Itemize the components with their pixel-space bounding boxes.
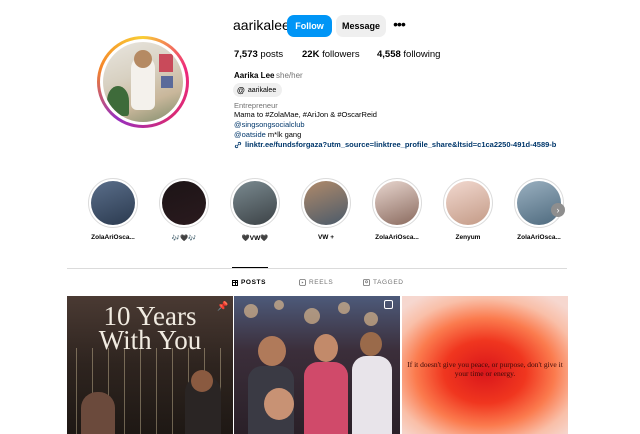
highlight-label: ZolaAriOsca...: [91, 234, 135, 241]
pin-icon: 📌: [217, 301, 229, 311]
post-quote-text: If it doesn't give you peace, or purpose…: [407, 360, 563, 378]
profile-avatar[interactable]: [97, 36, 189, 128]
bio-line: Mama to #ZolaMae, #AriJon & #OscarReid: [234, 110, 377, 119]
bio-external-link[interactable]: linktr.ee/fundsforgaza?utm_source=linktr…: [234, 140, 556, 149]
reels-icon: [299, 279, 306, 286]
message-button[interactable]: Message: [336, 15, 386, 37]
bio-line: @oatside m*lk gang: [234, 130, 302, 139]
highlight-label: ZolaAriOsca...: [375, 234, 419, 241]
profile-full-name: Aarika Lee: [234, 71, 275, 80]
post-title: 10 Years With You: [98, 301, 202, 355]
story-highlight[interactable]: Zenyum: [442, 178, 494, 241]
highlight-cover: [304, 181, 348, 225]
follow-button[interactable]: Follow: [287, 15, 332, 37]
post-thumbnail[interactable]: 10 Years With You 📌: [67, 296, 233, 434]
highlight-cover: [91, 181, 135, 225]
bio-mention-link[interactable]: @oatside: [234, 130, 266, 139]
profile-username: aarikalee: [233, 17, 290, 33]
highlight-cover: [375, 181, 419, 225]
posts-count-stat: 7,573 posts: [234, 49, 284, 60]
story-highlight[interactable]: ZolaAriOsca...: [371, 178, 423, 241]
profile-category: Entrepreneur: [234, 101, 278, 110]
story-highlight[interactable]: 🖤VW🖤: [229, 178, 281, 242]
post-thumbnail[interactable]: [234, 296, 400, 434]
highlight-label: VW +: [317, 234, 335, 241]
threads-icon: @: [237, 85, 245, 95]
bio-mention-link[interactable]: @singsongsocialclub: [234, 120, 305, 129]
grid-icon: [232, 279, 238, 286]
highlight-label: Zenyum: [455, 234, 481, 241]
highlight-label: 🖤VW🖤: [241, 235, 269, 242]
tab-posts[interactable]: POSTS: [232, 279, 266, 286]
story-highlight[interactable]: VW +: [300, 178, 352, 241]
tab-tagged[interactable]: TAGGED: [363, 279, 404, 286]
highlight-cover: [162, 181, 206, 225]
post-thumbnail[interactable]: If it doesn't give you peace, or purpose…: [402, 296, 568, 434]
story-highlight[interactable]: ZolaAriOsca...: [87, 178, 139, 241]
tabs-divider: [67, 268, 567, 269]
tab-reels[interactable]: REELS: [299, 279, 333, 286]
profile-pronouns: she/her: [276, 71, 303, 80]
avatar-photo: [103, 42, 183, 122]
threads-badge[interactable]: @ aarikalee: [233, 83, 283, 97]
carousel-icon: [384, 300, 393, 309]
followers-stat[interactable]: 22K followers: [302, 49, 360, 60]
link-icon: [234, 141, 242, 148]
following-stat[interactable]: 4,558 following: [377, 49, 440, 60]
tag-icon: [363, 279, 370, 286]
highlight-label: 🎶🖤🎶: [171, 235, 197, 242]
highlight-cover: [446, 181, 490, 225]
chevron-right-icon[interactable]: ›: [551, 203, 565, 217]
highlight-label: ZolaAriOsca...: [517, 234, 561, 241]
active-tab-indicator: [232, 267, 268, 268]
story-highlight[interactable]: 🎶🖤🎶: [158, 178, 210, 242]
highlight-cover: [233, 181, 277, 225]
more-options-icon[interactable]: •••: [391, 15, 407, 37]
threads-handle: aarikalee: [247, 86, 277, 94]
